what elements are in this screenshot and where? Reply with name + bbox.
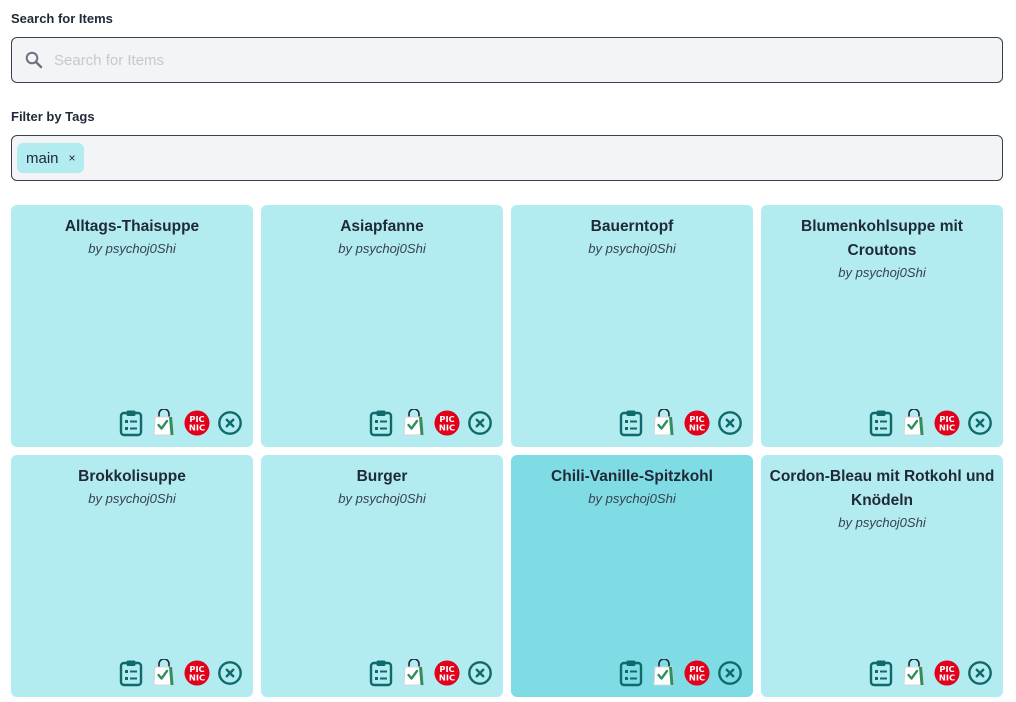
item-title: Burger (356, 468, 408, 485)
svg-text:NIC: NIC (439, 672, 455, 682)
tags-label: Filter by Tags (11, 109, 95, 124)
item-title: Bauerntopf (590, 218, 674, 235)
shopping-bag-check-icon[interactable] (151, 409, 177, 437)
picnic-logo-icon[interactable]: PIC NIC (434, 659, 460, 687)
shopping-bag-check-icon[interactable] (651, 409, 677, 437)
item-card[interactable]: Brokkolisuppe by psychoj0Shi PIC NIC (11, 455, 253, 697)
close-circle-icon[interactable] (717, 409, 743, 437)
clipboard-list-icon[interactable] (368, 659, 394, 687)
item-author: by psychoj0Shi (588, 241, 676, 256)
item-author: by psychoj0Shi (88, 491, 176, 506)
item-title: Blumenkohlsuppe mit Croutons (801, 218, 963, 259)
item-title: Alltags-Thaisuppe (64, 218, 200, 235)
close-circle-icon[interactable] (217, 659, 243, 687)
clipboard-list-icon[interactable] (118, 409, 144, 437)
item-card[interactable]: Blumenkohlsuppe mit Croutons by psychoj0… (761, 205, 1003, 447)
picnic-logo-icon[interactable]: PIC NIC (184, 409, 210, 437)
item-card[interactable]: Chili-Vanille-Spitzkohl by psychoj0Shi P… (511, 455, 753, 697)
picnic-logo-icon[interactable]: PIC NIC (184, 659, 210, 687)
item-card[interactable]: Bauerntopf by psychoj0Shi PIC NIC (511, 205, 753, 447)
clipboard-list-icon[interactable] (618, 409, 644, 437)
shopping-bag-check-icon[interactable] (651, 659, 677, 687)
search-input[interactable] (54, 38, 1002, 82)
item-title: Asiapfanne (340, 218, 424, 235)
item-author: by psychoj0Shi (88, 241, 176, 256)
item-actions: PIC NIC (618, 409, 743, 437)
tag-remove-icon[interactable]: × (69, 152, 76, 164)
picnic-logo-icon[interactable]: PIC NIC (934, 409, 960, 437)
item-actions: PIC NIC (868, 659, 993, 687)
svg-text:NIC: NIC (689, 672, 705, 682)
close-circle-icon[interactable] (717, 659, 743, 687)
shopping-bag-check-icon[interactable] (401, 409, 427, 437)
item-card[interactable]: Asiapfanne by psychoj0Shi PIC NIC (261, 205, 503, 447)
clipboard-list-icon[interactable] (368, 409, 394, 437)
close-circle-icon[interactable] (967, 659, 993, 687)
picnic-logo-icon[interactable]: PIC NIC (934, 659, 960, 687)
shopping-bag-check-icon[interactable] (901, 409, 927, 437)
item-title: Chili-Vanille-Spitzkohl (551, 468, 713, 485)
close-circle-icon[interactable] (467, 409, 493, 437)
search-icon (12, 38, 54, 82)
item-author: by psychoj0Shi (588, 491, 676, 506)
shopping-bag-check-icon[interactable] (901, 659, 927, 687)
tags-filter[interactable]: main × (11, 135, 1003, 181)
item-author: by psychoj0Shi (838, 515, 926, 530)
picnic-logo-icon[interactable]: PIC NIC (434, 409, 460, 437)
item-actions: PIC NIC (118, 659, 243, 687)
close-circle-icon[interactable] (967, 409, 993, 437)
svg-text:NIC: NIC (189, 672, 205, 682)
item-actions: PIC NIC (368, 659, 493, 687)
clipboard-list-icon[interactable] (618, 659, 644, 687)
close-circle-icon[interactable] (217, 409, 243, 437)
search-label: Search for Items (11, 11, 113, 26)
item-author: by psychoj0Shi (338, 241, 426, 256)
item-author: by psychoj0Shi (838, 265, 926, 280)
item-actions: PIC NIC (618, 659, 743, 687)
clipboard-list-icon[interactable] (868, 409, 894, 437)
item-actions: PIC NIC (868, 409, 993, 437)
item-card[interactable]: Cordon-Bleau mit Rotkohl und Knödeln by … (761, 455, 1003, 697)
item-title: Cordon-Bleau mit Rotkohl und Knödeln (769, 468, 995, 509)
item-author: by psychoj0Shi (338, 491, 426, 506)
clipboard-list-icon[interactable] (118, 659, 144, 687)
item-title: Brokkolisuppe (78, 468, 186, 485)
clipboard-list-icon[interactable] (868, 659, 894, 687)
item-card[interactable]: Burger by psychoj0Shi PIC NIC (261, 455, 503, 697)
items-grid: Alltags-Thaisuppe by psychoj0Shi PIC NIC… (11, 205, 1003, 697)
tag-label: main (26, 149, 59, 167)
search-field[interactable] (11, 37, 1003, 83)
svg-text:NIC: NIC (189, 422, 205, 432)
svg-text:NIC: NIC (939, 672, 955, 682)
shopping-bag-check-icon[interactable] (151, 659, 177, 687)
shopping-bag-check-icon[interactable] (401, 659, 427, 687)
item-card[interactable]: Alltags-Thaisuppe by psychoj0Shi PIC NIC (11, 205, 253, 447)
item-actions: PIC NIC (368, 409, 493, 437)
item-actions: PIC NIC (118, 409, 243, 437)
svg-text:NIC: NIC (439, 422, 455, 432)
svg-text:NIC: NIC (689, 422, 705, 432)
picnic-logo-icon[interactable]: PIC NIC (684, 409, 710, 437)
svg-text:NIC: NIC (939, 422, 955, 432)
tag-chip-main: main × (17, 143, 84, 173)
close-circle-icon[interactable] (467, 659, 493, 687)
picnic-logo-icon[interactable]: PIC NIC (684, 659, 710, 687)
